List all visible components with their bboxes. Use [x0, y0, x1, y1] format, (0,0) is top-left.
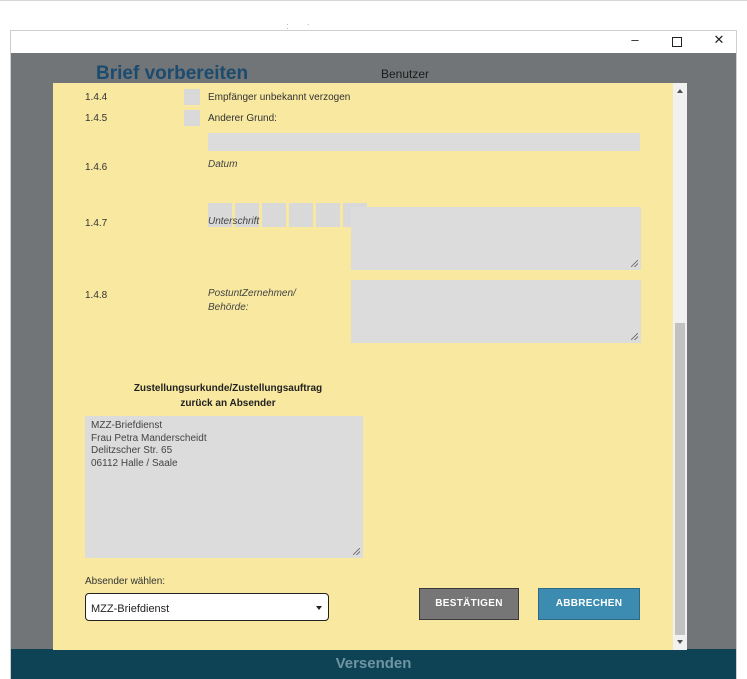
- recipient-moved-label: Empfänger unbekannt verzogen: [208, 92, 351, 103]
- sender-select-label: Absender wählen:: [85, 576, 166, 587]
- maximize-icon: [672, 37, 682, 47]
- authority-label-line1: PostuntZernehmen/: [208, 288, 296, 299]
- minimize-button[interactable]: –: [617, 31, 653, 53]
- return-heading-line1: Zustellungsurkunde/Zustellungsauftrag: [133, 383, 323, 394]
- authority-textarea[interactable]: [351, 280, 641, 343]
- send-bar[interactable]: Versenden: [11, 649, 736, 679]
- address-line: Frau Petra Manderscheidt: [91, 432, 207, 444]
- signature-textarea[interactable]: [351, 207, 641, 270]
- address-line: 06112 Halle / Saale: [91, 457, 178, 469]
- row-number-1-4-7: 1.4.7: [85, 218, 108, 229]
- scrollbar-thumb[interactable]: [675, 323, 685, 635]
- row-number-1-4-6: 1.4.6: [85, 162, 108, 173]
- dialog-scrollbar[interactable]: [673, 83, 687, 650]
- return-address-textarea[interactable]: MZZ-Briefdienst Frau Petra Manderscheidt…: [85, 416, 363, 558]
- maximize-button[interactable]: [659, 31, 695, 53]
- sender-select-value: MZZ-Briefdienst: [91, 603, 170, 615]
- other-reason-input[interactable]: [208, 133, 640, 151]
- resize-handle-icon[interactable]: [631, 260, 638, 267]
- prepare-letter-dialog: 1.4.4 Empfänger unbekannt verzogen 1.4.5…: [53, 83, 687, 650]
- resize-handle-icon[interactable]: [631, 333, 638, 340]
- row-number-1-4-4: 1.4.4: [85, 92, 108, 103]
- date-label: Datum: [208, 159, 238, 170]
- date-year-1-input[interactable]: [316, 203, 340, 227]
- close-button[interactable]: ✕: [701, 31, 737, 53]
- sender-select[interactable]: MZZ-Briefdienst: [85, 593, 329, 621]
- chevron-down-icon: [316, 606, 322, 610]
- return-heading-line2: zurück an Absender: [180, 398, 276, 409]
- recipient-moved-checkbox[interactable]: [184, 89, 200, 105]
- address-line: Delitzscher Str. 65: [91, 445, 173, 456]
- other-reason-checkbox[interactable]: [184, 110, 200, 126]
- cancel-button[interactable]: ABBRECHEN: [538, 588, 640, 620]
- page-title: Brief vorbereiten: [96, 63, 249, 84]
- return-section-heading: Zustellungsurkunde/Zustellungsauftrag zu…: [113, 381, 343, 411]
- other-reason-label: Anderer Grund:: [208, 113, 277, 124]
- app-window: – ✕ Brief vorbereiten Benutzer Versenden…: [10, 30, 737, 679]
- scroll-up-arrow-icon[interactable]: [677, 89, 683, 93]
- window-titlebar: – ✕: [11, 31, 736, 53]
- top-strip-dots: · · ·: [286, 20, 318, 33]
- authority-label-line2: Behörde:: [208, 302, 249, 313]
- row-number-1-4-5: 1.4.5: [85, 113, 108, 124]
- confirm-button[interactable]: BESTÄTIGEN: [419, 588, 519, 620]
- date-month-2-input[interactable]: [289, 203, 313, 227]
- scroll-down-arrow-icon[interactable]: [677, 640, 683, 644]
- signature-label: Unterschrift: [208, 216, 260, 227]
- row-number-1-4-8: 1.4.8: [85, 290, 108, 301]
- send-button-label: Versenden: [335, 655, 412, 672]
- user-label: Benutzer: [381, 67, 430, 81]
- screen-top-strip: · · ·: [0, 0, 747, 33]
- resize-handle-icon[interactable]: [353, 548, 360, 555]
- date-month-1-input[interactable]: [262, 203, 286, 227]
- address-line: MZZ-Briefdienst: [91, 420, 163, 431]
